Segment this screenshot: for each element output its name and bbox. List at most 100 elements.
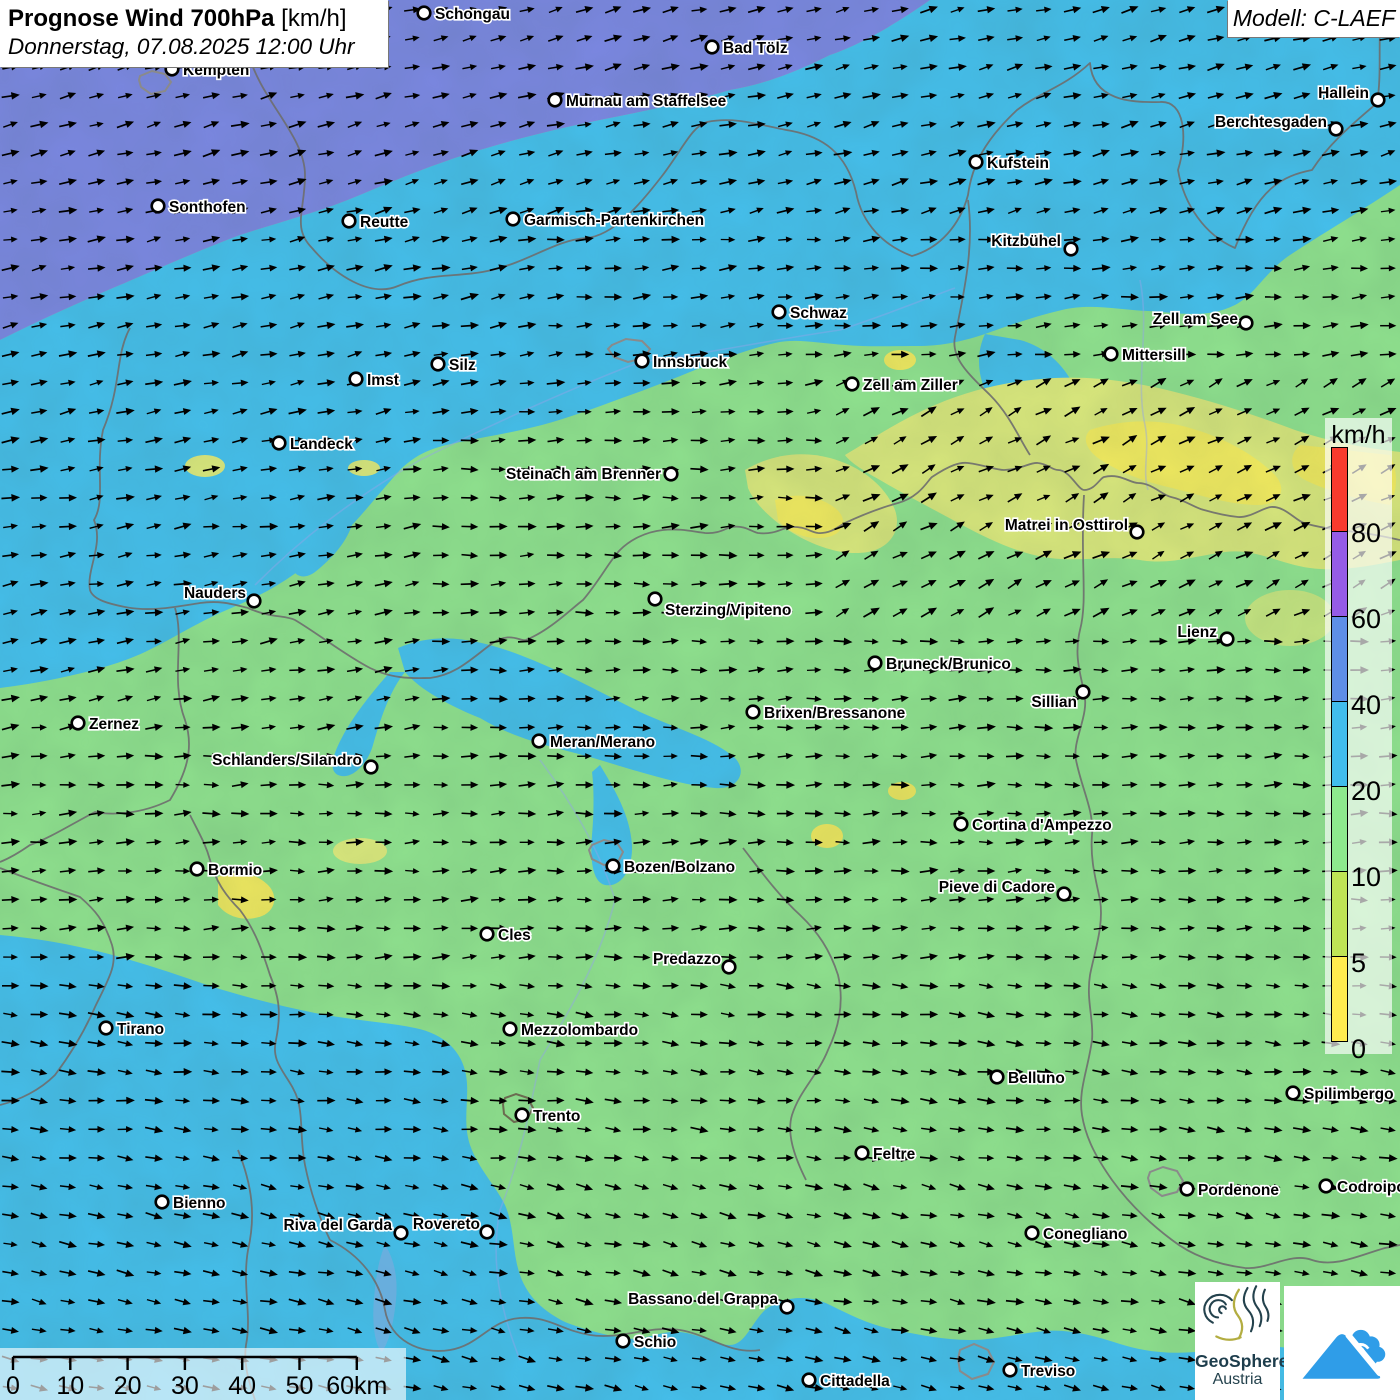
city-label: Bozen/Bolzano [624, 859, 735, 876]
city-label: Schlanders/Silandro [212, 752, 362, 769]
city-marker [955, 818, 968, 831]
city-label: Zernez [89, 716, 139, 733]
scalebar-tick-label: 60km [326, 1372, 387, 1400]
city-marker [432, 358, 445, 371]
city-marker [248, 595, 261, 608]
city-marker [781, 1301, 794, 1314]
legend-tick-label: 5 [1351, 948, 1395, 978]
city-label: Pieve di Cadore [939, 879, 1056, 896]
city-marker [100, 1022, 113, 1035]
legend-color-segment [1331, 701, 1348, 787]
city-label: Brixen/Bressanone [764, 705, 906, 722]
city-label: Silz [449, 357, 476, 374]
city-marker [636, 355, 649, 368]
city-marker [507, 213, 520, 226]
legend-colorbar [1331, 448, 1348, 1042]
city-label: Conegliano [1043, 1226, 1127, 1243]
city-marker [607, 860, 620, 873]
city-marker [1131, 526, 1144, 539]
scalebar-tick-label: 10 [56, 1372, 84, 1400]
city-label: Lienz [1177, 624, 1217, 641]
city-label: Cittadella [820, 1373, 890, 1390]
city-marker [1240, 317, 1253, 330]
legend-color-segment [1331, 956, 1348, 1042]
wind-forecast-map: SchongauBad TölzKemptenMurnau am Staffel… [0, 0, 1400, 1400]
mountain-cloud-icon [1295, 1296, 1389, 1390]
city-marker [803, 1374, 816, 1387]
city-marker [747, 706, 760, 719]
geosphere-logo-box: GeoSphere Austria [1195, 1282, 1280, 1400]
title-unit: [km/h] [275, 5, 347, 32]
scalebar-tick-label: 30 [171, 1372, 199, 1400]
city-marker [343, 215, 356, 228]
city-label: Treviso [1021, 1363, 1075, 1380]
legend-color-segment [1331, 616, 1348, 702]
city-marker [1058, 888, 1071, 901]
city-label: Trento [533, 1108, 580, 1125]
legend-tick-label: 60 [1351, 604, 1395, 634]
city-marker [516, 1109, 529, 1122]
legend-unit-label: km/h [1325, 421, 1392, 450]
city-marker [706, 41, 719, 54]
city-marker [418, 7, 431, 20]
legend-color-segment [1331, 871, 1348, 957]
city-marker [533, 735, 546, 748]
city-marker [395, 1227, 408, 1240]
city-marker [1221, 633, 1234, 646]
city-marker [191, 863, 204, 876]
city-marker [156, 1196, 169, 1209]
city-label: Kitzbühel [991, 233, 1061, 250]
scalebar-tick-label: 40 [228, 1372, 256, 1400]
city-label: Schongau [435, 6, 510, 23]
legend-color-segment [1331, 447, 1348, 532]
city-label: Bad Tölz [723, 40, 788, 57]
legend-tick-label: 20 [1351, 776, 1395, 806]
city-marker [649, 593, 662, 606]
city-label: Belluno [1008, 1070, 1065, 1087]
city-label: Riva del Garda [283, 1217, 392, 1234]
city-label: Landeck [290, 436, 353, 453]
scalebar-ruler: 0102030405060km [0, 1348, 406, 1400]
city-marker [1181, 1183, 1194, 1196]
scalebar-tick-label: 0 [6, 1372, 20, 1400]
city-label: Sterzing/Vipiteno [665, 602, 791, 619]
city-marker [549, 94, 562, 107]
city-label: Tirano [117, 1021, 164, 1038]
legend-tick-label: 10 [1351, 862, 1395, 892]
city-marker [152, 200, 165, 213]
city-label: Innsbruck [653, 354, 727, 371]
city-marker [1330, 123, 1343, 136]
city-marker [350, 373, 363, 386]
city-label: Spilimbergo [1304, 1086, 1394, 1103]
city-marker [970, 156, 983, 169]
geosphere-contour-icon [1199, 1282, 1277, 1346]
city-label: Sonthofen [169, 199, 246, 216]
city-label: Imst [367, 372, 399, 389]
city-label: Nauders [184, 585, 246, 602]
city-label: Meran/Merano [550, 734, 655, 751]
legend-color-segment [1331, 531, 1348, 617]
city-label: Murnau am Staffelsee [566, 93, 727, 110]
city-label: Berchtesgaden [1215, 114, 1327, 131]
city-marker [1004, 1364, 1017, 1377]
city-label: Bienno [173, 1195, 226, 1212]
city-label: Feltre [873, 1146, 916, 1163]
city-label: Garmisch-Partenkirchen [524, 212, 704, 229]
scalebar-tick-label: 20 [114, 1372, 142, 1400]
model-label: Modell: C-LAEF [1228, 0, 1400, 37]
city-label: Mezzolombardo [521, 1022, 638, 1039]
weather-map-page: SchongauBad TölzKemptenMurnau am Staffel… [0, 0, 1400, 1400]
legend-tick-label: 40 [1351, 690, 1395, 720]
city-marker [1105, 348, 1118, 361]
city-label: Schio [634, 1334, 676, 1351]
city-marker [1372, 94, 1385, 107]
city-marker [869, 657, 882, 670]
city-label: Cortina d'Ampezzo [972, 817, 1112, 834]
city-label: Steinach am Brenner [506, 466, 661, 483]
city-label: Bassano del Grappa [628, 1291, 778, 1308]
city-marker [273, 437, 286, 450]
city-marker [1065, 243, 1078, 256]
partner-logo-box [1284, 1286, 1400, 1400]
city-label: Pordenone [1198, 1182, 1279, 1199]
legend-color-segment [1331, 786, 1348, 872]
